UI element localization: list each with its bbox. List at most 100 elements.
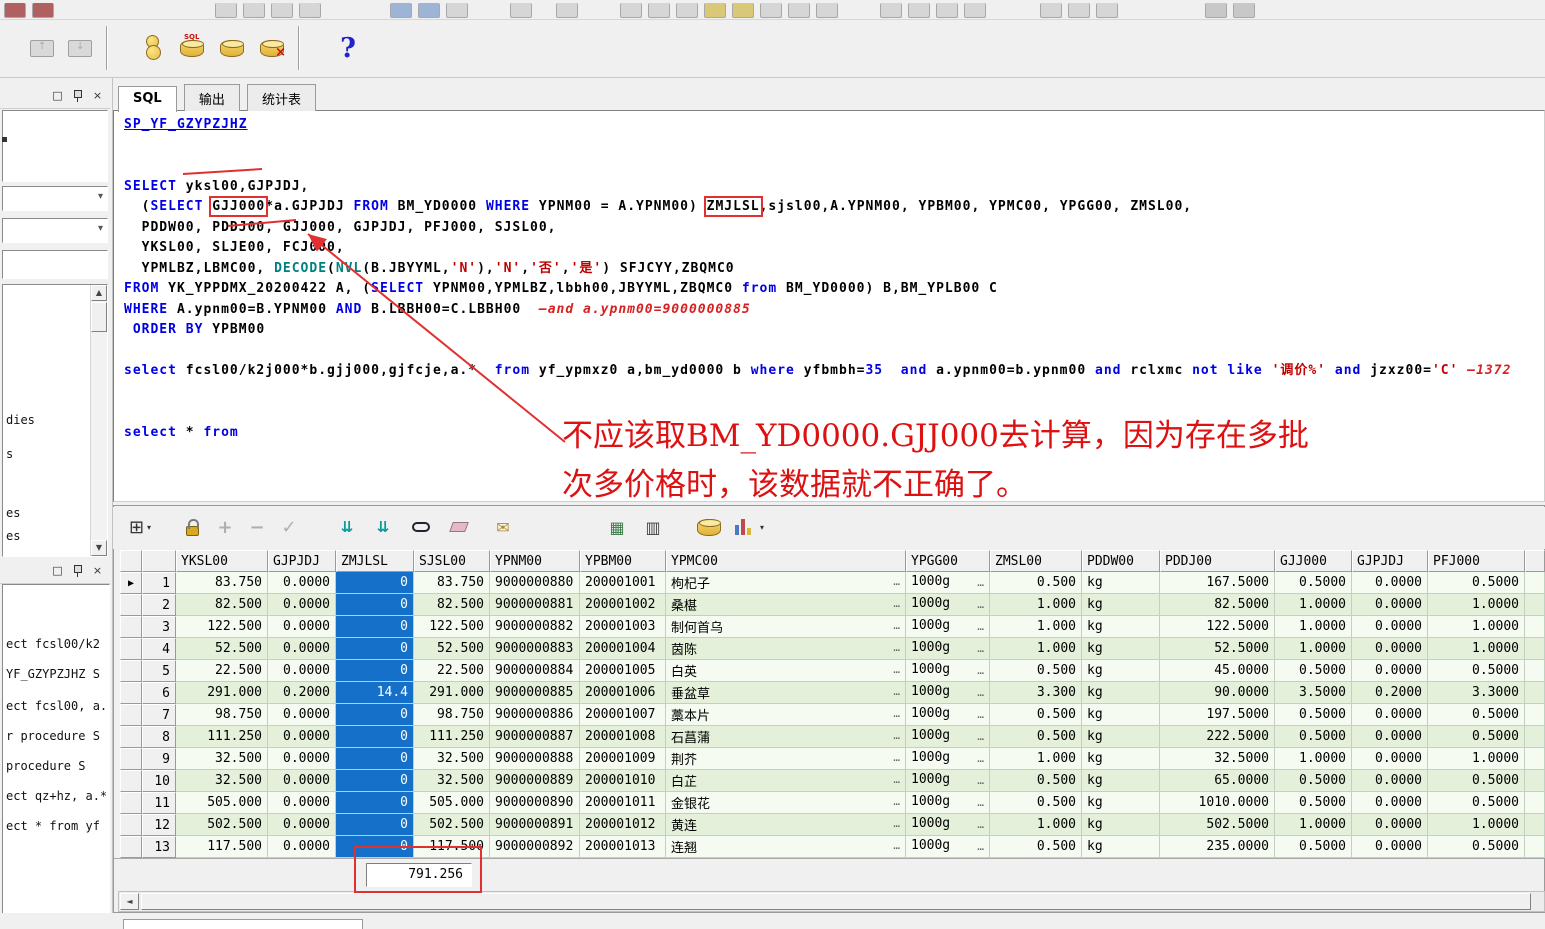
scroll-left-button[interactable]: ◄ bbox=[120, 893, 139, 910]
grid-cell[interactable]: 藁本片… bbox=[666, 704, 906, 726]
find-button[interactable] bbox=[404, 511, 438, 543]
grid-cell[interactable]: 1.000 bbox=[990, 638, 1082, 660]
table-row[interactable]: 10 32.500 0.0000 0 32.500 9000000889 200001010… bbox=[120, 770, 1545, 792]
toolbar-icon[interactable] bbox=[299, 3, 321, 18]
toolbar-icon[interactable] bbox=[936, 3, 958, 18]
grid-cell[interactable]: kg bbox=[1082, 572, 1160, 594]
history-item[interactable]: r procedure S bbox=[6, 729, 100, 743]
ellipsis-button[interactable]: … bbox=[893, 661, 900, 678]
filter-button[interactable]: ⇊ bbox=[330, 511, 364, 543]
ellipsis-button[interactable]: … bbox=[893, 749, 900, 766]
grid-cell[interactable]: 1.000 bbox=[990, 748, 1082, 770]
grid-cell[interactable]: 235.0000 bbox=[1160, 836, 1275, 858]
drop-database-button[interactable]: × bbox=[254, 29, 290, 67]
toolbar-icon[interactable] bbox=[1096, 3, 1118, 18]
ellipsis-button[interactable]: … bbox=[977, 794, 984, 811]
grid-cell[interactable]: 0.5000 bbox=[1428, 726, 1525, 748]
ellipsis-button[interactable]: … bbox=[977, 640, 984, 657]
grid-cell[interactable]: kg bbox=[1082, 594, 1160, 616]
toolbar-icon[interactable] bbox=[510, 3, 532, 18]
grid-cell[interactable]: 1.000 bbox=[990, 616, 1082, 638]
toolbar-icon[interactable] bbox=[271, 3, 293, 18]
toolbar-icon[interactable] bbox=[1068, 3, 1090, 18]
grid-cell[interactable]: 200001004 bbox=[580, 638, 666, 660]
table-row[interactable]: 3 122.500 0.0000 0 122.500 9000000882 20000100… bbox=[120, 616, 1545, 638]
grid-cell[interactable]: kg bbox=[1082, 704, 1160, 726]
grid-cell[interactable]: 0.5000 bbox=[1275, 726, 1352, 748]
grid-cell[interactable]: 1000g… bbox=[906, 572, 990, 594]
toolbar-icon[interactable] bbox=[418, 3, 440, 18]
grid-cell[interactable]: kg bbox=[1082, 770, 1160, 792]
grid-cell[interactable]: 9000000891 bbox=[490, 814, 580, 836]
ellipsis-button[interactable]: … bbox=[977, 750, 984, 767]
grid-cell[interactable]: 3.3000 bbox=[1428, 682, 1525, 704]
ellipsis-button[interactable]: … bbox=[893, 705, 900, 722]
grid-cell[interactable]: 0.5000 bbox=[1428, 836, 1525, 858]
close-icon[interactable]: × bbox=[91, 89, 104, 103]
ellipsis-button[interactable]: … bbox=[893, 793, 900, 810]
toolbar-icon[interactable] bbox=[732, 3, 754, 18]
grid-cell[interactable]: 白芷… bbox=[666, 770, 906, 792]
grid-cell[interactable]: 0.0000 bbox=[268, 836, 336, 858]
grid-cell[interactable]: 1000g… bbox=[906, 836, 990, 858]
grid-cell[interactable]: 9000000885 bbox=[490, 682, 580, 704]
grid-cell[interactable]: 0 bbox=[336, 814, 414, 836]
grid-cell[interactable]: 45.0000 bbox=[1160, 660, 1275, 682]
grid-cell[interactable]: 0.0000 bbox=[268, 572, 336, 594]
grid-cell[interactable]: 0.0000 bbox=[268, 792, 336, 814]
grid-cell[interactable]: 9000000889 bbox=[490, 770, 580, 792]
ellipsis-button[interactable]: … bbox=[893, 617, 900, 634]
grid-cell[interactable]: 32.500 bbox=[414, 770, 490, 792]
grid-cell[interactable]: 22.500 bbox=[414, 660, 490, 682]
table-row[interactable]: 6 291.000 0.2000 14.4 291.000 9000000885 20000… bbox=[120, 682, 1545, 704]
grid-cell[interactable]: 0.2000 bbox=[268, 682, 336, 704]
list-item[interactable]: es bbox=[6, 506, 20, 520]
grid-cell[interactable]: 0.500 bbox=[990, 792, 1082, 814]
grid-cell[interactable]: 222.5000 bbox=[1160, 726, 1275, 748]
column-header[interactable]: PDDW00 bbox=[1082, 550, 1160, 572]
grid-cell[interactable]: 0.5000 bbox=[1275, 572, 1352, 594]
history-item[interactable]: ect qz+hz, a.* bbox=[6, 789, 107, 803]
grid-cell[interactable]: 200001008 bbox=[580, 726, 666, 748]
grid-cell[interactable]: 32.500 bbox=[176, 748, 268, 770]
export-sql-button[interactable]: ↓ bbox=[62, 29, 98, 67]
grid-cell[interactable]: 0.500 bbox=[990, 836, 1082, 858]
grid-cell[interactable]: 1000g… bbox=[906, 682, 990, 704]
scrollbar-thumb[interactable] bbox=[141, 893, 1531, 910]
scroll-down-button[interactable]: ▼ bbox=[91, 540, 107, 556]
grid-cell[interactable]: 291.000 bbox=[414, 682, 490, 704]
toolbar-icon[interactable] bbox=[1233, 3, 1255, 18]
column-header[interactable]: SJSL00 bbox=[414, 550, 490, 572]
grid-cell[interactable]: 9000000883 bbox=[490, 638, 580, 660]
grid-cell[interactable]: 0 bbox=[336, 660, 414, 682]
grid-cell[interactable]: 0.5000 bbox=[1428, 704, 1525, 726]
grid-cell[interactable]: 82.5000 bbox=[1160, 594, 1275, 616]
filter-all-button[interactable]: ⇊ bbox=[366, 511, 400, 543]
grid-cell[interactable]: 200001006 bbox=[580, 682, 666, 704]
table-row[interactable]: 12 502.500 0.0000 0 502.500 9000000891 2000010… bbox=[120, 814, 1545, 836]
column-header[interactable]: GJPJDJ bbox=[268, 550, 336, 572]
toolbar-icon[interactable] bbox=[816, 3, 838, 18]
filter-dropdown-2[interactable]: ▾ bbox=[2, 218, 108, 243]
ellipsis-button[interactable]: … bbox=[977, 618, 984, 635]
grid-cell[interactable]: 0.0000 bbox=[1352, 704, 1428, 726]
grid-cell[interactable]: 0 bbox=[336, 572, 414, 594]
grid-cell[interactable]: 0.0000 bbox=[268, 704, 336, 726]
horizontal-scrollbar[interactable]: ◄ bbox=[118, 891, 1545, 912]
grid-menu-button[interactable]: ⊞ ▾ bbox=[123, 511, 157, 543]
grid-cell[interactable]: 1.0000 bbox=[1275, 814, 1352, 836]
toolbar-icon[interactable] bbox=[676, 3, 698, 18]
grid-cell[interactable]: 200001003 bbox=[580, 616, 666, 638]
grid-cell[interactable]: kg bbox=[1082, 792, 1160, 814]
grid-cell[interactable]: 1000g… bbox=[906, 594, 990, 616]
toolbar-icon[interactable] bbox=[760, 3, 782, 18]
grid-cell[interactable]: 200001010 bbox=[580, 770, 666, 792]
grid-cell[interactable]: 505.000 bbox=[414, 792, 490, 814]
grid-cell[interactable]: 82.500 bbox=[414, 594, 490, 616]
grid-cell[interactable]: 0.5000 bbox=[1275, 836, 1352, 858]
grid-cell[interactable]: 1000g… bbox=[906, 726, 990, 748]
pin-icon[interactable] bbox=[73, 89, 82, 103]
ellipsis-button[interactable]: … bbox=[977, 706, 984, 723]
grid-cell[interactable]: 1.0000 bbox=[1275, 638, 1352, 660]
grid-cell[interactable]: 117.500 bbox=[176, 836, 268, 858]
